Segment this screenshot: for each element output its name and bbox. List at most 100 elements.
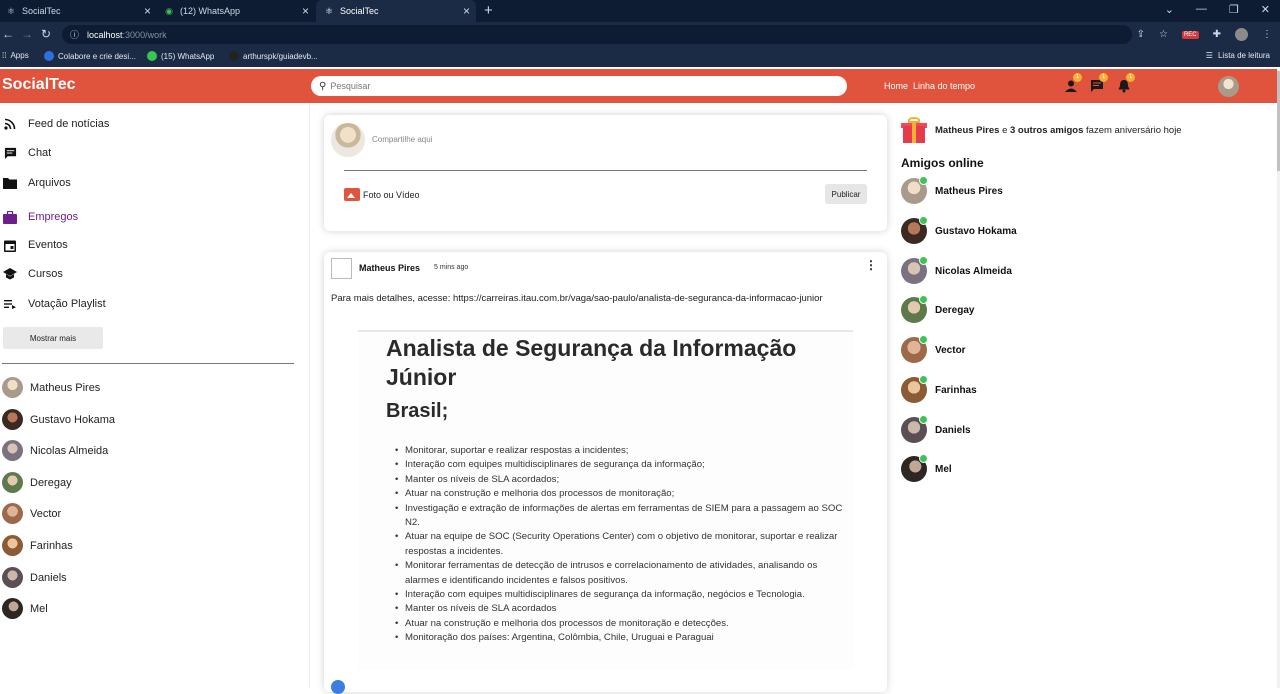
url-path: :3000/work bbox=[122, 29, 167, 40]
online-friend-item[interactable]: Daniels bbox=[901, 415, 971, 443]
sidebar-item-label: Eventos bbox=[28, 239, 68, 251]
avatar bbox=[2, 377, 23, 398]
more-vert-icon[interactable]: ⋮ bbox=[865, 259, 877, 271]
publish-button[interactable]: Publicar bbox=[825, 184, 867, 204]
profile-avatar-icon[interactable] bbox=[1235, 28, 1248, 41]
address-bar[interactable]: ⓘ localhost :3000/work bbox=[62, 25, 1132, 44]
friend-name: Matheus Pires bbox=[30, 381, 101, 394]
nav-link-home[interactable]: Home bbox=[884, 81, 908, 91]
back-icon[interactable]: ← bbox=[2, 27, 14, 41]
share-input[interactable] bbox=[372, 135, 852, 144]
friend-name: Vector bbox=[935, 344, 966, 356]
friend-item[interactable]: Gustavo Hokama bbox=[2, 409, 115, 430]
sidebar-item-courses[interactable]: Cursos bbox=[3, 267, 63, 281]
friend-item[interactable]: Daniels bbox=[2, 567, 67, 588]
friend-item[interactable]: Nicolas Almeida bbox=[2, 440, 108, 461]
sidebar-item-events[interactable]: Eventos bbox=[3, 238, 68, 252]
birthday-others[interactable]: 3 outros amigos bbox=[1010, 125, 1083, 136]
sidebar-item-chat[interactable]: Chat bbox=[3, 146, 51, 160]
reload-icon[interactable]: ↻ bbox=[41, 27, 51, 41]
photo-video-option[interactable]: Foto ou Vídeo bbox=[344, 188, 420, 201]
friend-name: Deregay bbox=[30, 476, 72, 489]
tab-search-icon[interactable]: ⌄ bbox=[1165, 3, 1174, 16]
share-icon[interactable]: ⇪ bbox=[1137, 29, 1145, 40]
browser-tab[interactable]: ⚛ SocialTec × bbox=[0, 0, 157, 22]
info-icon[interactable]: ⓘ bbox=[70, 28, 79, 41]
extensions-puzzle-icon[interactable]: ✚ bbox=[1213, 29, 1221, 40]
recording-extension-icon[interactable]: REC bbox=[1181, 30, 1199, 39]
online-friend-item[interactable]: Gustavo Hokama bbox=[901, 216, 1017, 244]
app-logo[interactable]: SocialTec bbox=[2, 76, 76, 94]
online-friend-item[interactable]: Mel bbox=[901, 454, 952, 482]
friend-item[interactable]: Matheus Pires bbox=[2, 377, 100, 398]
photo-icon bbox=[344, 188, 360, 201]
chat-icon[interactable]: 1 bbox=[1090, 73, 1108, 93]
close-window-icon[interactable]: ✕ bbox=[1261, 3, 1270, 16]
share-divider bbox=[344, 170, 867, 171]
column-divider bbox=[309, 103, 310, 688]
friend-name: Matheus Pires bbox=[935, 185, 1003, 197]
like-icon[interactable] bbox=[331, 680, 345, 694]
show-more-button[interactable]: Mostrar mais bbox=[3, 327, 103, 349]
sidebar-item-label: Votação Playlist bbox=[28, 298, 106, 310]
forward-icon[interactable]: → bbox=[21, 27, 33, 41]
post: Matheus Pires 5 mins ago ⋮ Para mais det… bbox=[324, 252, 887, 694]
list-item: Interação com equipes multidisciplinares… bbox=[395, 458, 845, 473]
close-icon[interactable]: × bbox=[144, 4, 151, 18]
online-status-dot bbox=[919, 176, 928, 185]
url-host: localhost bbox=[87, 29, 123, 40]
bell-icon[interactable]: 1 bbox=[1117, 73, 1135, 93]
friend-item[interactable]: Vector bbox=[2, 503, 61, 524]
search-bar[interactable]: ⚲ bbox=[311, 76, 847, 96]
online-friend-item[interactable]: Nicolas Almeida bbox=[901, 256, 1012, 284]
bookmark-item[interactable]: Colabore e crie desi... bbox=[44, 51, 136, 61]
online-friend-item[interactable]: Matheus Pires bbox=[901, 176, 1003, 204]
chat-icon bbox=[3, 146, 17, 160]
bookmark-apps[interactable]: ⁞⁞ Apps bbox=[2, 51, 29, 60]
search-icon: ⚲ bbox=[319, 80, 327, 92]
restore-icon[interactable]: ❐ bbox=[1229, 3, 1239, 16]
playlist-icon bbox=[3, 297, 17, 311]
reading-list[interactable]: ☰ Lista de leitura bbox=[1206, 51, 1270, 60]
list-item: Manter os níveis de SLA acordados; bbox=[395, 473, 845, 488]
online-friend-item[interactable]: Vector bbox=[901, 335, 966, 363]
bookmark-item[interactable]: arthurspk/guiadevb... bbox=[229, 51, 318, 61]
sidebar-item-label: Arquivos bbox=[28, 177, 71, 189]
bookmark-star-icon[interactable]: ☆ bbox=[1159, 29, 1168, 40]
friend-name: Daniels bbox=[935, 424, 971, 436]
close-icon[interactable]: × bbox=[302, 4, 309, 18]
online-friend-item[interactable]: Farinhas bbox=[901, 375, 977, 403]
person-icon[interactable]: 1 bbox=[1064, 73, 1082, 93]
online-friends-title: Amigos online bbox=[901, 156, 984, 170]
sidebar-item-feed[interactable]: Feed de notícias bbox=[3, 117, 109, 131]
sidebar-item-files[interactable]: Arquivos bbox=[3, 176, 71, 190]
user-avatar[interactable] bbox=[1218, 76, 1239, 97]
close-icon[interactable]: × bbox=[463, 4, 470, 18]
birthday-name[interactable]: Matheus Pires bbox=[935, 125, 999, 136]
post-author[interactable]: Matheus Pires bbox=[359, 263, 420, 273]
reading-list-icon: ☰ bbox=[1205, 51, 1213, 60]
browser-tab-active[interactable]: ⚛ SocialTec × bbox=[316, 0, 476, 22]
avatar bbox=[2, 535, 23, 556]
friend-item[interactable]: Mel bbox=[2, 598, 48, 619]
nav-link-timeline[interactable]: Linha do tempo bbox=[913, 81, 975, 91]
bookmark-item[interactable]: (15) WhatsApp bbox=[147, 51, 214, 61]
menu-kebab-icon[interactable]: ⋮ bbox=[1262, 29, 1272, 40]
search-input[interactable] bbox=[330, 81, 811, 91]
friend-item[interactable]: Farinhas bbox=[2, 535, 73, 556]
sidebar-item-playlist[interactable]: Votação Playlist bbox=[3, 297, 106, 311]
whatsapp-icon bbox=[147, 51, 157, 61]
school-icon bbox=[3, 267, 17, 281]
minimize-icon[interactable]: — bbox=[1196, 3, 1207, 16]
sidebar-item-jobs[interactable]: Empregos bbox=[3, 210, 78, 224]
avatar[interactable] bbox=[331, 258, 352, 279]
list-item: Monitorar, suportar e realizar respostas… bbox=[395, 444, 845, 459]
friend-item[interactable]: Deregay bbox=[2, 472, 72, 493]
browser-tab-bar: ⚛ SocialTec × ◉ (12) WhatsApp × ⚛ Social… bbox=[0, 0, 1280, 22]
tab-title: SocialTec bbox=[340, 6, 379, 16]
post-image[interactable]: Analista de Segurança da Informação Júni… bbox=[358, 330, 853, 670]
browser-tab[interactable]: ◉ (12) WhatsApp × bbox=[157, 0, 315, 22]
bookmarks-bar: ⁞⁞ Apps Colabore e crie desi... (15) Wha… bbox=[0, 47, 1280, 67]
new-tab-button[interactable]: + bbox=[484, 2, 493, 19]
online-friend-item[interactable]: Deregay bbox=[901, 295, 974, 323]
